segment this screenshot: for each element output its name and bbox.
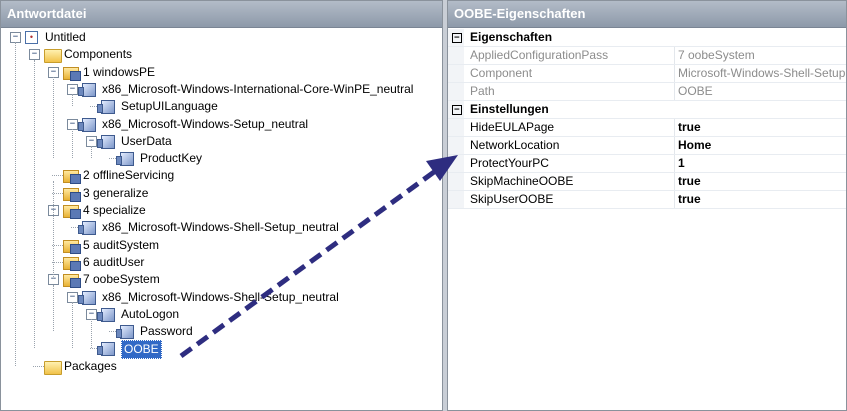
component-icon — [97, 100, 115, 115]
property-name: Component — [470, 66, 533, 80]
tree-item[interactable]: − Components — [1, 46, 441, 64]
tree-item[interactable]: − • Untitled — [1, 29, 441, 46]
component-icon — [78, 221, 96, 236]
component-icon — [97, 307, 115, 322]
tree-item[interactable]: − AutoLogon — [1, 306, 441, 323]
properties-panel-title: OOBE-Eigenschaften — [448, 1, 846, 28]
properties-panel: OOBE-Eigenschaften − Eigenschaften Applied… — [447, 0, 847, 411]
tree-item-label: 3 generalize — [83, 185, 149, 200]
property-value: 7 oobeSystem — [678, 48, 755, 62]
property-value[interactable]: Home — [678, 137, 711, 154]
tree-item[interactable]: 2 offlineServicing — [1, 167, 441, 185]
tree-item-label: 4 specialize — [83, 203, 146, 217]
property-value[interactable]: true — [678, 191, 701, 208]
property-row[interactable]: AppliedConfigurationPass 7 oobeSystem — [448, 47, 846, 65]
tree-item-label: 5 auditSystem — [83, 237, 160, 252]
tree-item-label: x86_Microsoft-Windows-Setup_neutral — [102, 116, 309, 131]
component-icon — [78, 117, 96, 132]
property-value[interactable]: true — [678, 119, 701, 136]
tree-item[interactable]: 5 auditSystem — [1, 237, 441, 254]
folder-icon — [44, 360, 62, 375]
tree-item-label: 7 oobeSystem — [83, 272, 160, 287]
answer-file-panel: Antwortdatei − • Untitled − Components −1 win… — [0, 0, 443, 411]
property-name: SkipUserOOBE — [470, 192, 554, 206]
tree-item-label: x86_Microsoft-Windows-Shell-Setup_neutra… — [102, 289, 339, 304]
tree-item[interactable]: −7 oobeSystem — [1, 271, 441, 289]
component-icon — [78, 82, 96, 97]
tree-item[interactable]: −4 specialize — [1, 202, 441, 219]
tree-item-label: UserData — [121, 133, 172, 148]
tree-item[interactable]: Password — [1, 323, 441, 340]
tree-item-label: 6 auditUser — [83, 254, 145, 269]
property-row[interactable]: SkipUserOOBE true — [448, 191, 846, 209]
property-row[interactable]: NetworkLocation Home — [448, 137, 846, 155]
property-value[interactable]: 1 — [678, 155, 685, 172]
component-icon — [97, 134, 115, 149]
answer-file-panel-title: Antwortdatei — [1, 1, 442, 28]
tree-item[interactable]: 3 generalize — [1, 185, 441, 202]
tree-item-label: SetupUILanguage — [121, 99, 218, 114]
property-value[interactable]: true — [678, 173, 701, 190]
tree-item[interactable]: Packages — [1, 358, 441, 375]
property-value: OOBE — [678, 84, 713, 98]
tree-item[interactable]: ProductKey — [1, 150, 441, 167]
property-name: ProtectYourPC — [470, 156, 549, 170]
collapse-icon[interactable]: − — [452, 33, 462, 43]
component-icon — [116, 152, 134, 167]
tree-item[interactable]: 6 auditUser — [1, 254, 441, 271]
property-name: HideEULAPage — [470, 120, 555, 134]
pass-icon — [63, 239, 81, 254]
tree-item[interactable]: − UserData — [1, 133, 441, 150]
tree-item-label: OOBE — [121, 340, 162, 360]
pass-icon — [63, 170, 81, 185]
tree-item-label: Password — [140, 324, 193, 339]
tree-item[interactable]: OOBE — [1, 340, 441, 360]
property-row[interactable]: Path OOBE — [448, 83, 846, 101]
tree-item[interactable]: − x86_Microsoft-Windows-International-Cor… — [1, 81, 441, 98]
root-icon: • — [25, 31, 38, 44]
tree-item-label: Packages — [64, 358, 117, 373]
tree-item-label: x86_Microsoft-Windows-Shell-Setup_neutra… — [102, 220, 339, 235]
component-icon — [116, 325, 134, 340]
property-category-label: Einstellungen — [470, 102, 549, 116]
tree-item[interactable]: x86_Microsoft-Windows-Shell-Setup_neutra… — [1, 219, 441, 236]
tree-item-label: Components — [64, 47, 133, 62]
pass-icon — [63, 256, 81, 271]
answer-file-tree: − • Untitled − Components −1 windowsPE − x86_Mi… — [1, 29, 442, 410]
tree-item[interactable]: − x86_Microsoft-Windows-Setup_neutral — [1, 116, 441, 133]
component-icon — [97, 342, 115, 357]
property-row[interactable]: Component Microsoft-Windows-Shell-Setup — [448, 65, 846, 83]
tree-item[interactable]: −1 windowsPE — [1, 64, 441, 81]
tree-item-label: AutoLogon — [121, 306, 180, 321]
pass-icon — [63, 274, 81, 289]
tree-item-label: 1 windowsPE — [83, 64, 156, 79]
property-row[interactable]: HideEULAPage true — [448, 119, 846, 137]
property-row[interactable]: ProtectYourPC 1 — [448, 155, 846, 173]
pass-icon — [63, 187, 81, 202]
tree-item[interactable]: − x86_Microsoft-Windows-Shell-Setup_neutr… — [1, 289, 441, 306]
property-category[interactable]: − Einstellungen — [448, 101, 846, 119]
property-category-label: Eigenschaften — [470, 30, 553, 44]
property-name: SkipMachineOOBE — [470, 174, 574, 188]
tree-item-label: 2 offlineServicing — [83, 168, 175, 183]
property-value: Microsoft-Windows-Shell-Setup — [678, 66, 846, 80]
tree-item-label: ProductKey — [140, 151, 203, 166]
tree-item[interactable]: SetupUILanguage — [1, 98, 441, 115]
tree-item-label: x86_Microsoft-Windows-International-Core… — [102, 81, 414, 96]
property-name: NetworkLocation — [470, 138, 560, 152]
property-grid: − Eigenschaften AppliedConfigurationPass 7 … — [448, 29, 846, 209]
pass-icon — [63, 205, 81, 219]
folder-icon — [44, 49, 62, 64]
property-name: Path — [470, 84, 495, 98]
component-icon — [78, 290, 96, 305]
tree-item-label: Untitled — [45, 30, 86, 44]
collapse-icon[interactable]: − — [452, 105, 462, 115]
pass-icon — [63, 66, 81, 81]
property-category[interactable]: − Eigenschaften — [448, 29, 846, 47]
property-name: AppliedConfigurationPass — [470, 48, 609, 62]
property-row[interactable]: SkipMachineOOBE true — [448, 173, 846, 191]
